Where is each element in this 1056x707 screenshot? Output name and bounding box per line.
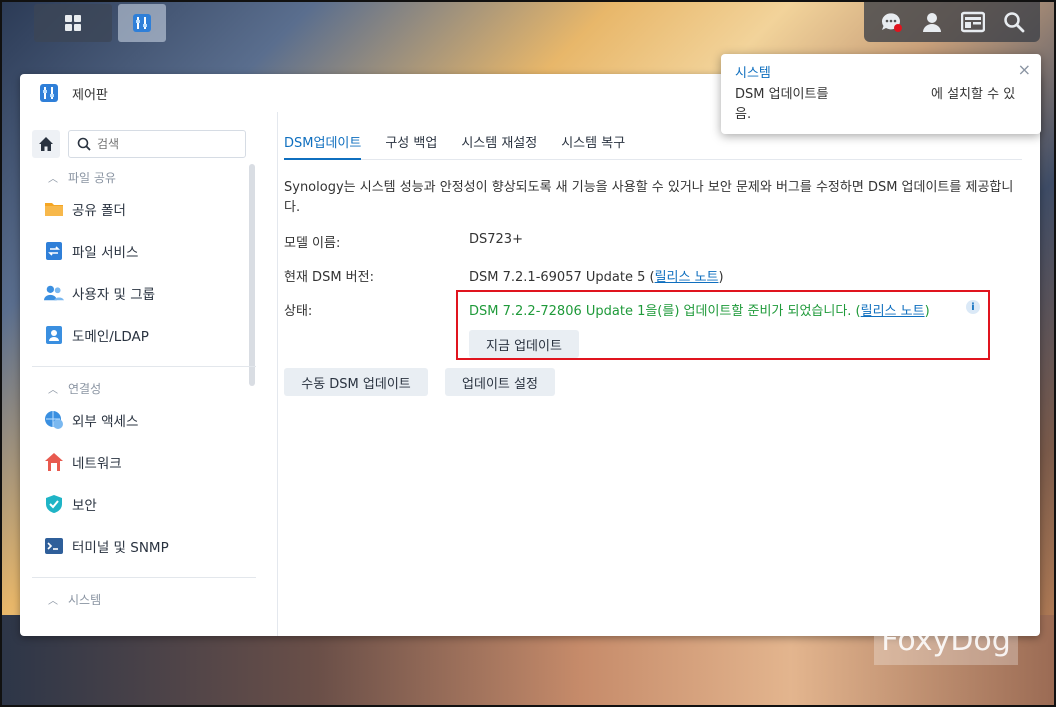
terminal-icon [44, 536, 64, 556]
update-description: Synology는 시스템 성능과 안정성이 향상되도록 새 기능을 사용할 수… [284, 180, 1014, 215]
taskbar-right [864, 2, 1040, 42]
chevron-up-icon: ︿ [48, 173, 58, 185]
notification-text: DSM 업데이트를 [735, 87, 829, 102]
version-value-group: DSM 7.2.1-69057 Update 5 (릴리스 노트) [469, 266, 724, 285]
version-suffix: ) [718, 270, 724, 285]
home-button[interactable] [32, 130, 60, 158]
status-highlight-box: DSM 7.2.2-72806 Update 1을(를) 업데이트할 준비가 되… [456, 290, 990, 360]
sidebar-item-users-groups[interactable]: 사용자 및 그룹 [32, 272, 256, 314]
info-icon[interactable]: i [966, 300, 980, 314]
sidebar-divider [32, 577, 256, 578]
main-content: DSM업데이트 구성 백업 시스템 재설정 시스템 복구 Synology는 시… [284, 112, 1022, 636]
sidebar-item-label: 사용자 및 그룹 [72, 287, 156, 303]
control-panel-icon [133, 14, 151, 32]
sidebar-item-label: 외부 액세스 [72, 414, 139, 430]
tab-config-backup[interactable]: 구성 백업 [385, 128, 437, 159]
sidebar: ︿ 파일 공유 공유 폴더 파일 서비스 사용자 및 그룹 [20, 112, 278, 636]
model-value: DS723+ [469, 232, 523, 247]
sidebar-item-label: 도메인/LDAP [72, 329, 149, 345]
notification-popup[interactable]: 시스템 × DSM 업데이트를 에 설치할 수 있 음. [721, 54, 1041, 134]
file-services-icon [44, 241, 64, 261]
control-panel-window: 제어판 ︿ 파일 공유 [20, 74, 1040, 636]
sidebar-item-external-access[interactable]: 외부 액세스 [32, 399, 256, 441]
watermark: FoxyDog [874, 615, 1018, 665]
chevron-up-icon: ︿ [48, 384, 58, 396]
sidebar-item-label: 보안 [72, 498, 97, 514]
widgets-icon[interactable] [960, 9, 986, 35]
category-file-sharing[interactable]: ︿ 파일 공유 [32, 166, 256, 188]
status-label: 상태: [284, 304, 313, 319]
version-label: 현재 DSM 버전: [284, 270, 374, 285]
sidebar-item-security[interactable]: 보안 [32, 483, 256, 525]
network-home-icon [44, 452, 64, 472]
control-panel-taskbar-button[interactable] [118, 4, 166, 42]
sidebar-item-label: 네트워크 [72, 456, 122, 472]
sidebar-item-domain-ldap[interactable]: 도메인/LDAP [32, 314, 256, 356]
sidebar-item-label: 공유 폴더 [72, 203, 126, 219]
sidebar-item-label: 파일 서비스 [72, 245, 139, 261]
search-icon [77, 137, 91, 151]
category-label: 파일 공유 [68, 170, 116, 185]
status-value: DSM 7.2.2-72806 Update 1을(를) 업데이트할 준비가 되… [469, 304, 861, 319]
status-row: 상태: [284, 300, 312, 319]
model-row: 모델 이름: DS723+ [284, 232, 523, 251]
notification-text: 음. [735, 107, 752, 122]
chevron-up-icon: ︿ [48, 595, 58, 607]
sidebar-divider [32, 366, 256, 367]
manual-dsm-update-button[interactable]: 수동 DSM 업데이트 [284, 368, 428, 396]
release-notes-link[interactable]: 릴리스 노트 [655, 270, 719, 285]
status-value-group: DSM 7.2.2-72806 Update 1을(를) 업데이트할 준비가 되… [469, 300, 930, 319]
control-panel-icon [40, 84, 58, 102]
sidebar-item-shared-folder[interactable]: 공유 폴더 [32, 188, 256, 230]
search-input[interactable] [97, 137, 237, 151]
taskbar-left [16, 4, 166, 42]
sidebar-item-terminal-snmp[interactable]: 터미널 및 SNMP [32, 525, 256, 567]
users-icon [44, 283, 64, 303]
tab-system-reset[interactable]: 시스템 재설정 [461, 128, 537, 159]
status-suffix: ) [924, 304, 930, 319]
shield-icon [44, 494, 64, 514]
version-value: DSM 7.2.1-69057 Update 5 ( [469, 270, 655, 285]
tab-dsm-update[interactable]: DSM업데이트 [284, 128, 362, 160]
category-label: 연결성 [68, 381, 102, 396]
sidebar-list: ︿ 파일 공유 공유 폴더 파일 서비스 사용자 및 그룹 도메인/LDAP ︿… [32, 166, 256, 610]
version-row: 현재 DSM 버전: DSM 7.2.1-69057 Update 5 (릴리스… [284, 266, 724, 285]
category-system[interactable]: ︿ 시스템 [32, 588, 256, 610]
close-icon[interactable]: × [1018, 60, 1031, 79]
tab-system-recovery[interactable]: 시스템 복구 [561, 128, 625, 159]
release-notes-link[interactable]: 릴리스 노트 [861, 304, 925, 319]
notification-title: 시스템 [735, 66, 771, 81]
user-icon[interactable] [919, 9, 945, 35]
model-label: 모델 이름: [284, 236, 341, 251]
update-now-button[interactable]: 지금 업데이트 [469, 330, 579, 358]
category-connectivity[interactable]: ︿ 연결성 [32, 377, 256, 399]
sidebar-item-file-services[interactable]: 파일 서비스 [32, 230, 256, 272]
folder-icon [44, 199, 64, 219]
sidebar-item-label: 터미널 및 SNMP [72, 540, 169, 556]
external-access-icon [44, 410, 64, 430]
search-icon[interactable] [1001, 9, 1027, 35]
grid-icon [65, 15, 81, 31]
category-label: 시스템 [68, 592, 102, 607]
notification-text: 에 설치할 수 있 [931, 87, 1016, 102]
window-title: 제어판 [72, 87, 108, 103]
domain-icon [44, 325, 64, 345]
sidebar-top [32, 130, 265, 158]
notifications-icon[interactable] [878, 9, 904, 35]
home-icon [39, 137, 53, 151]
sidebar-search[interactable] [68, 130, 246, 158]
update-settings-button[interactable]: 업데이트 설정 [445, 368, 555, 396]
main-menu-button[interactable] [34, 4, 112, 42]
sidebar-item-network[interactable]: 네트워크 [32, 441, 256, 483]
